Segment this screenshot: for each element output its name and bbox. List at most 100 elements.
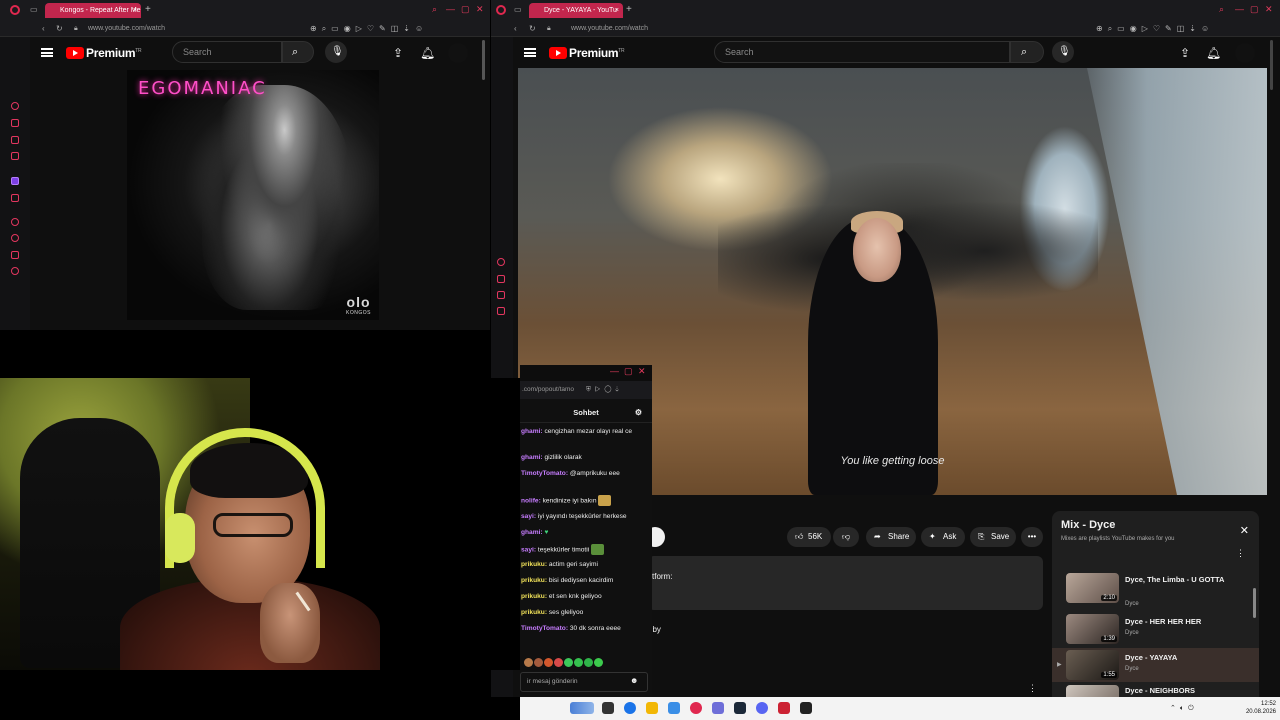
chat-user[interactable]: TimotyTomato: [521, 470, 568, 477]
maximize-icon[interactable]: ▢ [1250, 3, 1259, 16]
reload-icon[interactable]: ↻ [529, 22, 536, 35]
chat-input[interactable]: ir mesaj gönderin [520, 672, 648, 692]
app-icon[interactable] [778, 702, 790, 714]
back-icon[interactable]: ‹ [42, 22, 45, 35]
description-box[interactable]: tform: [648, 556, 1043, 610]
search-button[interactable]: ⌕ [1010, 41, 1044, 63]
close-window-icon[interactable]: ✕ [476, 3, 484, 16]
tab-menu-icon[interactable]: ▭ [30, 3, 38, 16]
close-tab-icon[interactable]: × [133, 3, 137, 18]
teams-icon[interactable] [712, 702, 724, 714]
emote-icon[interactable] [564, 658, 573, 668]
folder-icon[interactable] [646, 702, 658, 714]
playlist-item[interactable]: Dyce - NEIGHBORS [1052, 683, 1259, 697]
create-icon[interactable]: ⇪ [1180, 46, 1190, 60]
chat-user[interactable]: TimotyTomato: [521, 625, 568, 632]
close-window-icon[interactable]: ✕ [638, 365, 646, 378]
back-icon[interactable]: ‹ [514, 22, 517, 35]
chat-address-bar[interactable]: .com/popout/tamo ⛨▷◯⇣ [520, 381, 652, 399]
messenger-icon[interactable] [11, 136, 19, 144]
tab-kongos[interactable]: Kongos - Repeat After Me × [45, 3, 141, 18]
chat-user[interactable]: ghami: [521, 529, 543, 536]
youtube-brand[interactable]: PremiumTR [86, 46, 142, 60]
youtube-logo-icon[interactable] [66, 47, 84, 59]
shield-icon[interactable] [11, 251, 19, 259]
toolbar-icons[interactable]: ⊕⌕▭◉▷♡✎◫⇣☺ [1096, 23, 1214, 35]
search-input[interactable]: Search [172, 41, 282, 63]
new-tab-icon[interactable]: + [145, 3, 151, 16]
aria-icon[interactable] [11, 102, 19, 110]
close-tab-icon[interactable]: × [615, 3, 619, 18]
clock-icon[interactable] [11, 234, 19, 242]
avatar[interactable] [1235, 43, 1255, 63]
chat-user[interactable]: prikuku: [521, 609, 547, 616]
save-button[interactable]: ⎘ Save [970, 527, 1016, 547]
chat-user[interactable]: nolife: [521, 497, 541, 504]
emote-icon[interactable] [524, 658, 533, 668]
youtube-logo-icon[interactable] [549, 47, 567, 59]
emoji-icon[interactable]: ☻ [630, 676, 638, 685]
edge-icon[interactable] [624, 702, 636, 714]
dislike-button[interactable]: 👎︎ [833, 527, 859, 547]
opera-logo-icon[interactable] [10, 5, 20, 15]
scrollbar[interactable] [1270, 40, 1273, 90]
maximize-icon[interactable]: ▢ [461, 3, 470, 16]
reload-icon[interactable]: ↻ [56, 22, 63, 35]
widget-icon[interactable] [570, 702, 594, 714]
toolbar-icons[interactable]: ⛨▷◯⇣ [586, 381, 623, 399]
opera-icon[interactable] [690, 702, 702, 714]
clock[interactable]: 12:52 20.08.2026 [1238, 700, 1276, 716]
opera-logo-icon[interactable] [496, 5, 506, 15]
emote-icon[interactable] [544, 658, 553, 668]
emote-icon[interactable] [574, 658, 583, 668]
tab-dyce[interactable]: Dyce - YAYAYA - YouTu × [529, 3, 623, 18]
discord-icon[interactable] [756, 702, 768, 714]
chat-user[interactable]: sayi: [521, 513, 536, 520]
search-tabs-icon[interactable]: ⌕ [432, 3, 437, 16]
create-icon[interactable]: ⇪ [393, 46, 403, 60]
more-actions-button[interactable]: ••• [1021, 527, 1043, 547]
history-icon[interactable] [11, 218, 19, 226]
whatsapp-icon[interactable] [11, 152, 19, 160]
twitch-icon[interactable] [11, 177, 19, 185]
emote-icon[interactable] [534, 658, 543, 668]
mail-icon[interactable] [668, 702, 680, 714]
minimize-icon[interactable]: — [1235, 3, 1244, 16]
notifications-icon[interactable]: 🔔︎ [420, 46, 435, 60]
ask-button[interactable]: ✦ Ask [921, 527, 965, 547]
more-vert-icon[interactable]: ⋮ [1028, 683, 1037, 694]
search-button[interactable]: ⌕ [282, 41, 314, 63]
steam-icon[interactable] [734, 702, 746, 714]
search-input[interactable]: Search [714, 41, 1010, 63]
menu-icon[interactable] [524, 48, 536, 57]
minimize-icon[interactable]: — [610, 365, 619, 378]
like-button[interactable]: 👍︎ 56K [787, 527, 831, 547]
new-tab-icon[interactable]: + [626, 3, 632, 16]
messenger-icon[interactable] [497, 291, 505, 299]
close-window-icon[interactable]: ✕ [1265, 3, 1273, 16]
chat-user[interactable]: ghami: [521, 428, 543, 435]
close-icon[interactable]: ✕ [1240, 524, 1249, 537]
emote-icon[interactable] [554, 658, 563, 668]
task-view-icon[interactable] [602, 702, 614, 714]
url-field[interactable]: www.youtube.com/watch [88, 22, 165, 35]
maximize-icon[interactable]: ▢ [624, 365, 633, 378]
search-tabs-icon[interactable]: ⌕ [1219, 3, 1224, 16]
avatar[interactable] [448, 43, 468, 63]
tray-icons[interactable]: ⌃🔈︎⏻ [1170, 704, 1198, 713]
app-icon-2[interactable] [800, 702, 812, 714]
emote-icon[interactable] [584, 658, 593, 668]
chat-user[interactable]: prikuku: [521, 577, 547, 584]
minimize-icon[interactable]: — [446, 3, 455, 16]
playlist-item-active[interactable]: ▶ 1:55 Dyce - YAYAYA Dyce [1052, 648, 1259, 682]
chat-settings-icon[interactable]: ⚙︎ [635, 403, 642, 423]
voice-search-button[interactable]: 🎙︎ [325, 41, 347, 63]
youtube-brand[interactable]: PremiumTR [569, 46, 625, 60]
more-vert-icon[interactable]: ⋮ [1236, 548, 1245, 559]
settings-icon[interactable] [11, 267, 19, 275]
bag-icon[interactable] [11, 119, 19, 127]
tab-menu-icon[interactable]: ▭ [514, 3, 522, 16]
emote-icon[interactable] [594, 658, 603, 668]
voice-search-button[interactable]: 🎙︎ [1052, 41, 1074, 63]
playlist-item[interactable]: 1:39 Dyce - HER HER HER Dyce [1052, 612, 1259, 646]
